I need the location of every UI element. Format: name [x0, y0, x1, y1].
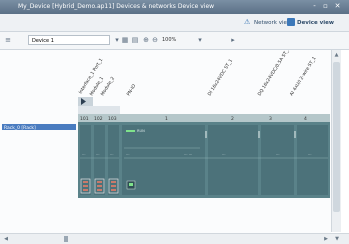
device-selector-value: Device 1 [32, 38, 54, 44]
chevron-down-icon[interactable]: ▾ [113, 36, 121, 44]
device-canvas[interactable]: Interface_1 Port_1 Module_1 Module_2 PN-… [0, 50, 331, 233]
slot-header-102: 102 [94, 116, 103, 122]
grid-icon[interactable]: ▦ [121, 36, 129, 44]
svg-text:⋯: ⋯ [276, 153, 280, 157]
view-switch-bar: ⚠ Network view Device view [0, 14, 349, 32]
module-dq[interactable] [261, 125, 294, 195]
vertical-scroll-thumb[interactable] [333, 62, 340, 212]
svg-text:⋯: ⋯ [308, 153, 312, 157]
close-icon[interactable]: ✕ [334, 3, 341, 10]
network-view-icon: ⚠ [244, 18, 251, 26]
slot-header-103: 103 [108, 116, 117, 122]
title-bar: My_Device [Hybrid_Demo.ap11] Devices & n… [0, 0, 349, 14]
svg-text:⋯: ⋯ [110, 153, 114, 157]
horizontal-scrollbar[interactable]: ◀ ▶ ▼ [0, 233, 349, 244]
scroll-right-icon[interactable]: ▶ [322, 235, 330, 243]
horizontal-scroll-thumb[interactable] [64, 236, 68, 242]
scroll-down-icon[interactable]: ▼ [333, 235, 341, 243]
zoom-dropdown-icon[interactable]: ▾ [196, 36, 204, 44]
tab-network-view[interactable]: Network view [254, 18, 291, 28]
maximize-icon[interactable]: ▫ [322, 3, 329, 10]
io-modules[interactable]: RUN ⋯ ⋯ ⋯ ⋯ ⋯ ⋯ [122, 125, 328, 195]
slot-header-1: 1 [165, 116, 168, 122]
slot-header-101: 101 [80, 116, 89, 122]
application-window: My_Device [Hybrid_Demo.ap11] Devices & n… [0, 0, 349, 244]
scroll-left-icon[interactable]: ◀ [2, 235, 10, 243]
module-ai[interactable] [297, 125, 328, 195]
status-led [126, 130, 135, 132]
device-select-icon[interactable]: ≡ [4, 36, 12, 44]
slot-header-3: 3 [269, 116, 272, 122]
overview-icon[interactable]: ▤ [131, 36, 139, 44]
minimize-icon[interactable]: - [311, 3, 318, 10]
device-view-icon [287, 18, 295, 26]
slot-header-4: 4 [304, 116, 307, 122]
interface-modules[interactable]: ⋯ ⋯ ⋯ [80, 125, 119, 195]
svg-text:⋯ ⋯: ⋯ ⋯ [184, 153, 193, 157]
vertical-scrollbar[interactable]: ▲ [331, 50, 341, 232]
device-selector[interactable]: Device 1 [28, 35, 110, 45]
rack-status-text: RUN [137, 129, 145, 133]
svg-text:⋯: ⋯ [82, 153, 86, 157]
scroll-up-icon[interactable]: ▲ [333, 52, 340, 59]
rack-label: Rack_0 [Rack] [4, 125, 36, 131]
svg-text:⋯: ⋯ [126, 153, 130, 157]
zoom-out-icon[interactable]: ⊖ [151, 36, 159, 44]
device-toolbar: ≡ Device 1 ▾ ▦ ▤ ⊕ ⊖ 100% ▾ ▸ [0, 32, 349, 50]
zoom-icon[interactable]: ⊕ [142, 36, 150, 44]
slot-header-2: 2 [231, 116, 234, 122]
tab-device-view[interactable]: Device view [297, 18, 334, 28]
window-title: My_Device [Hybrid_Demo.ap11] Devices & n… [18, 3, 215, 10]
svg-text:⋯: ⋯ [96, 153, 100, 157]
more-options-icon[interactable]: ▸ [229, 36, 237, 44]
module-di[interactable] [208, 125, 258, 195]
svg-text:⋯: ⋯ [222, 153, 226, 157]
zoom-level[interactable]: 100% [162, 35, 176, 46]
